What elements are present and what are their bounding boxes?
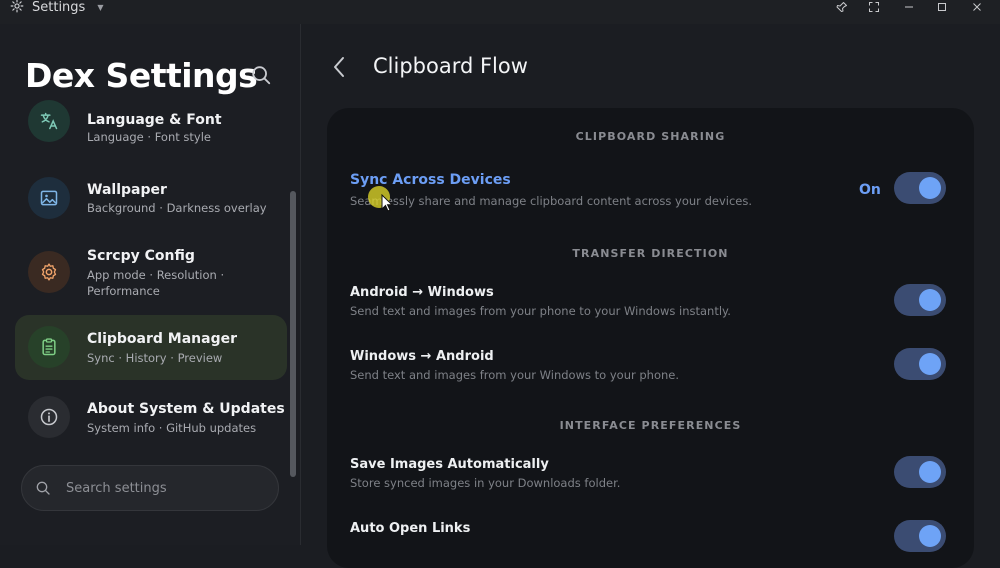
info-icon (28, 396, 70, 438)
close-icon[interactable] (969, 0, 985, 14)
settings-app-icon (10, 0, 24, 17)
section-heading: INTERFACE PREFERENCES (559, 419, 742, 432)
setting-description: Store synced images in your Downloads fo… (350, 476, 621, 490)
clipboard-icon (28, 326, 70, 368)
sidebar-item-label: Language & Font (87, 112, 222, 128)
sidebar-item-subtitle: Sync · History · Preview (87, 351, 223, 365)
sidebar-item-subtitle: System info · GitHub updates (87, 421, 257, 435)
title-bar: Settings ▼ (0, 0, 1000, 24)
mouse-cursor-icon (381, 193, 394, 216)
setting-title: Save Images Automatically (350, 457, 549, 472)
settings-card: CLIPBOARD SHARING Sync Across Devices Se… (327, 108, 974, 568)
sidebar-item-scrcpy-config[interactable]: Scrcpy Config App mode · Resolution · Pe… (15, 232, 287, 312)
sidebar-item-language-font[interactable]: Language & Font Language · Font style (15, 96, 287, 160)
setting-title: Auto Open Links (350, 521, 471, 536)
sidebar-item-wallpaper[interactable]: Wallpaper Background · Darkness overlay (15, 165, 287, 229)
toggle-knob (919, 525, 941, 547)
search-button[interactable] (247, 61, 275, 89)
image-icon (28, 177, 70, 219)
section-heading: CLIPBOARD SHARING (575, 130, 726, 143)
sidebar-item-about-system[interactable]: About System & Updates System info · Git… (15, 385, 287, 449)
sidebar-title: Dex Settings (25, 56, 258, 95)
sidebar-item-subtitle: Background · Darkness overlay (87, 201, 267, 215)
search-icon (35, 480, 51, 496)
chevron-left-icon (334, 57, 344, 77)
setting-description: Send text and images from your Windows t… (350, 368, 680, 382)
sync-across-devices-toggle[interactable] (894, 172, 946, 204)
toggle-knob (919, 461, 941, 483)
sidebar-item-subtitle: Language · Font style (87, 130, 211, 144)
sidebar: Dex Settings Language & Font Language · … (0, 24, 300, 545)
sidebar-item-label: Wallpaper (87, 182, 167, 198)
windows-to-android-toggle[interactable] (894, 348, 946, 380)
toggle-knob (919, 353, 941, 375)
gear-icon (28, 251, 70, 293)
setting-title: Sync Across Devices (350, 172, 511, 188)
sidebar-item-label: About System & Updates (87, 401, 285, 417)
sidebar-item-clipboard-manager[interactable]: Clipboard Manager Sync · History · Previ… (15, 315, 287, 380)
setting-description: Send text and images from your phone to … (350, 304, 731, 318)
setting-title: Windows → Android (350, 349, 494, 364)
section-heading: TRANSFER DIRECTION (572, 247, 729, 260)
dropdown-caret-icon[interactable]: ▼ (97, 3, 103, 12)
save-images-automatically-toggle[interactable] (894, 456, 946, 488)
pin-icon[interactable] (834, 0, 850, 14)
window-title: Settings (32, 0, 86, 15)
auto-open-links-toggle[interactable] (894, 520, 946, 552)
setting-title: Android → Windows (350, 285, 494, 300)
translate-icon (28, 100, 70, 142)
toggle-knob (919, 289, 941, 311)
search-icon (252, 66, 271, 85)
minimize-icon[interactable] (901, 0, 917, 14)
sidebar-scrollbar[interactable] (290, 191, 296, 477)
back-button[interactable] (326, 54, 352, 80)
toggle-state-label: On (859, 182, 881, 198)
sidebar-item-label: Clipboard Manager (87, 331, 237, 347)
maximize-icon[interactable] (934, 0, 950, 14)
page-title: Clipboard Flow (373, 54, 528, 78)
sidebar-item-subtitle: App mode · Resolution · (87, 268, 225, 282)
sidebar-divider (300, 24, 301, 545)
sidebar-item-subtitle-2: Performance (87, 284, 160, 298)
android-to-windows-toggle[interactable] (894, 284, 946, 316)
app-menu[interactable]: Settings ▼ (10, 0, 103, 17)
search-settings-input[interactable] (66, 480, 256, 496)
setting-description: Seamlessly share and manage clipboard co… (350, 194, 752, 208)
fullscreen-icon[interactable] (866, 0, 882, 14)
search-settings-field[interactable] (21, 465, 279, 511)
toggle-knob (919, 177, 941, 199)
sidebar-item-label: Scrcpy Config (87, 248, 195, 264)
